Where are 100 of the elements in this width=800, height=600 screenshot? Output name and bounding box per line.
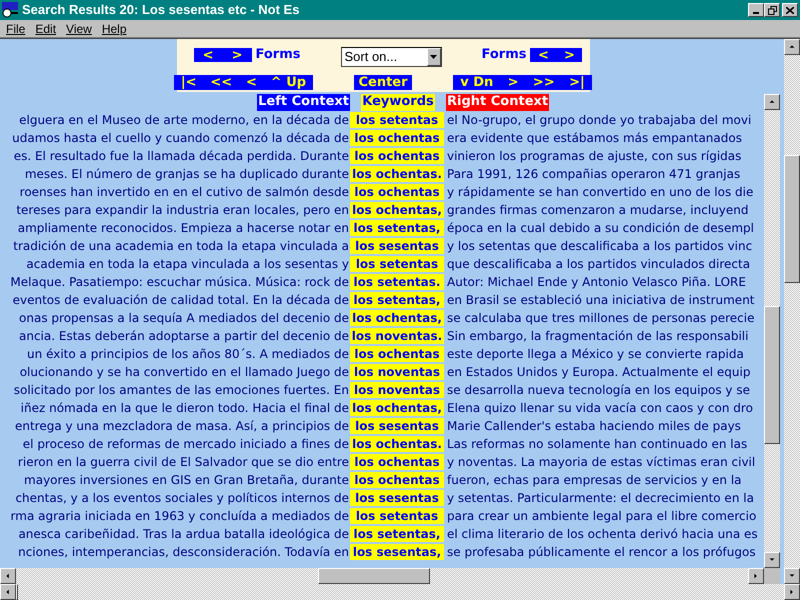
horizontal-scrollbar[interactable] <box>0 568 764 584</box>
restore-icon <box>768 6 776 14</box>
right-context-text: Sin embargo, la fragmentación de las responsabili <box>446 328 748 344</box>
minimize-icon <box>753 12 759 14</box>
keyword-cell: los setentas, <box>350 292 444 308</box>
scrollbar-corner <box>764 568 780 584</box>
right-context-text: fueron, echas para empresas de servicios y en la <box>446 472 742 488</box>
scroll-right-button[interactable] <box>784 584 800 600</box>
menu-item[interactable]: View <box>62 20 96 38</box>
left-context-text: tereses para expandir la industria eran locales, pero en <box>16 202 350 218</box>
scroll-down-button[interactable] <box>784 568 800 584</box>
left-context-text: nciones, intemperancias, desconsideración. Todavía en <box>18 544 350 560</box>
left-context-text: rma agraria iniciada en 1963 y concluída a mediados de <box>10 508 350 524</box>
page-nav-button[interactable]: << <box>204 75 238 90</box>
menu-item[interactable]: Help <box>98 20 131 38</box>
forms-label: Forms <box>482 46 526 64</box>
right-context-text: en Estados Unidos y Europa. Actualmente el equip <box>446 364 750 380</box>
right-context-text: para crear un ambiente legal para el libre comercio <box>446 508 756 524</box>
page-nav-button[interactable]: ^ Up <box>264 75 312 90</box>
left-context-text: chentas, y a los eventos sociales y políticos internos de <box>15 490 350 506</box>
right-context-text: se profesaba públicamente el rencor a los prófugos <box>446 544 756 560</box>
right-context-text: se desarrolla nueva tecnología en los equipos y se <box>446 382 750 398</box>
column-header: Right Context <box>446 94 550 111</box>
left-context-text: ampliamente reconocidos. Empieza a hacerse notar en <box>18 220 350 236</box>
keyword-cell: los ochentas <box>350 148 444 164</box>
vertical-scrollbar[interactable] <box>764 94 780 568</box>
left-context-text: rieron en la guerra civil de El Salvador que se dio entre <box>18 454 350 470</box>
column-header: Left Context <box>257 94 350 111</box>
vertical-scrollbar[interactable] <box>784 39 800 584</box>
scroll-up-button[interactable] <box>784 39 800 55</box>
keyword-cell: los setentas, <box>350 526 444 542</box>
right-context-text: y rápidamente se han convertido en uno de los die <box>446 184 754 200</box>
scroll-up-button[interactable] <box>764 94 780 110</box>
dropdown-button[interactable] <box>426 48 440 66</box>
page-nav-button[interactable]: v Dn <box>454 75 500 90</box>
keyword-cell: los sesentas <box>350 418 444 434</box>
column-header: Keywords <box>361 94 435 111</box>
page-nav-button[interactable]: < <box>240 75 263 90</box>
left-context-text: udamos hasta el cuello y cuando comenzó la década de <box>12 130 350 146</box>
left-context-text: solicitado por los amantes de las emociones fuertes. En <box>14 382 350 398</box>
left-context-text: tradición de una academia en toda la etapa vinculada a <box>13 238 350 254</box>
close-icon <box>786 6 794 14</box>
keyword-cell: los ochentas <box>350 472 444 488</box>
up-arrow-icon <box>788 43 796 51</box>
left-context-text: meses. El número de granjas se ha duplicado durante <box>24 166 350 182</box>
forms-nav-button[interactable]: < <box>532 48 555 62</box>
sort-dropdown[interactable]: Sort on... <box>340 47 442 67</box>
left-context-text: elguera en el Museo de arte moderno, en la década de <box>19 112 350 128</box>
keyword-cell: los ochentas <box>350 184 444 200</box>
left-context-text: entrega y una mezcladora de masa. Así, a principios de <box>14 418 350 434</box>
right-context-text: el No-grupo, el grupo donde yo trabajaba del movi <box>446 112 752 128</box>
page-nav-button[interactable]: >> <box>526 75 561 90</box>
keyword-cell: los ochentas, <box>350 400 444 416</box>
right-context-text: Para 1991, 126 compañias operaron 471 granjas <box>446 166 740 182</box>
right-context-text: en Brasil se estableció una iniciativa de instrument <box>446 292 754 308</box>
keyword-cell: los ochentas <box>350 130 444 146</box>
forms-nav-button[interactable]: > <box>558 48 581 62</box>
left-context-text: onas propensas a la sequía A mediados del decenio de <box>19 310 350 326</box>
forms-nav-button[interactable]: > <box>226 48 248 62</box>
right-context-text: Elena quizo llenar su vida vacía con caos y con dro <box>446 400 753 416</box>
menu-item[interactable]: Edit <box>31 20 60 38</box>
keyword-cell: los ochentas. <box>350 166 444 182</box>
page-nav-button[interactable]: >| <box>563 75 591 90</box>
page-nav-button[interactable]: > <box>502 75 525 90</box>
close-button[interactable] <box>782 3 798 17</box>
right-context-text: el clima literario de los ochenta derivó hacia una es <box>446 526 758 542</box>
left-context-text: ancia. Estas deberán adoptarse a partir del decenio de <box>19 328 350 344</box>
menu-item[interactable]: File <box>2 20 30 38</box>
scroll-left-button[interactable] <box>0 584 16 600</box>
right-context-text: era evidente que estábamos más empantanados <box>446 130 742 146</box>
right-context-text: que descalificaba a los partidos vinculados directa <box>446 256 750 272</box>
keyword-cell: los ochentas. <box>350 436 444 452</box>
keyword-cell: los sesentas <box>350 238 444 254</box>
scroll-down-button[interactable] <box>764 552 780 568</box>
horizontal-scrollbar[interactable] <box>0 584 800 600</box>
keyword-cell: los setentas <box>350 256 444 272</box>
keyword-cell: los setentas. <box>350 274 444 290</box>
restore-button[interactable] <box>764 3 780 17</box>
left-context-text: iñez nómada en la que le dieron todo. Hacia el final de <box>20 400 350 416</box>
left-context-text: Melaque. Pasatiempo: escuchar música. Música: rock de <box>10 274 350 290</box>
forms-label: Forms <box>256 46 300 64</box>
scroll-left-button[interactable] <box>0 568 16 584</box>
left-context-text: olucionando y se ha convertido en el llamado Juego de <box>20 364 350 380</box>
right-context-text: y los setentas que descalificaba a los partidos vinc <box>446 238 752 254</box>
center-button[interactable]: Center <box>354 75 412 90</box>
minimize-button[interactable] <box>748 3 764 17</box>
keyword-cell: los noventas. <box>350 328 444 344</box>
page-nav-button[interactable]: |< <box>174 75 203 90</box>
keyword-cell: los ochentas <box>350 454 444 470</box>
keyword-cell: los noventas <box>350 364 444 380</box>
scroll-right-button[interactable] <box>748 568 764 584</box>
right-context-text: Marie Callender's estaba haciendo miles de pays <box>446 418 741 434</box>
keyword-cell: los sesentas, <box>350 544 444 560</box>
forms-nav-button[interactable]: < <box>196 48 220 62</box>
left-context-text: es. El resultado fue la llamada década perdida. Durante <box>14 148 350 164</box>
down-arrow-icon <box>430 55 437 59</box>
left-context-text: academia en toda la etapa vinculada a los sesentas y <box>26 256 350 272</box>
left-context-text: mayores inversiones en GIS en Gran Bretaña, durante <box>24 472 350 488</box>
right-context-text: Las reformas no solamente han continuado en las <box>446 436 748 452</box>
window-title: Search Results 20: Los sesentas etc - Not Es <box>22 1 300 20</box>
